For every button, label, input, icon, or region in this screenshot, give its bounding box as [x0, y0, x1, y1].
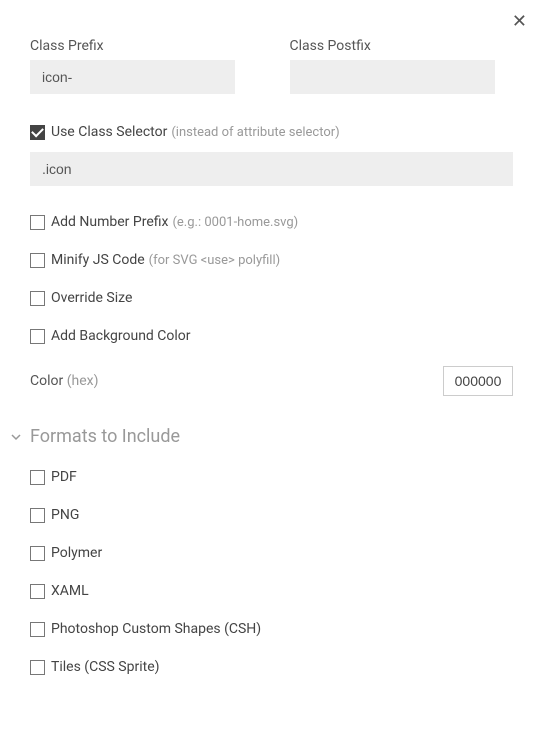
formats-list: PDF PNG Polymer XAML Photoshop Custom Sh… — [30, 469, 513, 675]
format-png-label[interactable]: PNG — [51, 507, 79, 523]
minify-js-row: Minify JS Code (for SVG <use> polyfill) — [30, 252, 513, 268]
override-size-row: Override Size — [30, 290, 513, 306]
format-polymer-checkbox[interactable] — [30, 546, 45, 561]
class-prefix-label: Class Prefix — [30, 38, 254, 54]
format-xaml-row: XAML — [30, 583, 513, 599]
settings-panel: Class Prefix Class Postfix Use Class Sel… — [0, 0, 543, 675]
format-polymer-label[interactable]: Polymer — [51, 545, 102, 561]
class-postfix-field: Class Postfix — [290, 38, 514, 94]
use-class-selector-checkbox[interactable] — [30, 125, 45, 140]
format-tiles-row: Tiles (CSS Sprite) — [30, 659, 513, 675]
format-tiles-checkbox[interactable] — [30, 660, 45, 675]
use-class-selector-label[interactable]: Use Class Selector — [51, 124, 167, 140]
format-csh-checkbox[interactable] — [30, 622, 45, 637]
close-button[interactable]: ✕ — [512, 12, 527, 30]
format-csh-label[interactable]: Photoshop Custom Shapes (CSH) — [51, 621, 261, 637]
format-xaml-checkbox[interactable] — [30, 584, 45, 599]
color-row: Color (hex) — [30, 366, 513, 396]
class-postfix-label: Class Postfix — [290, 38, 514, 54]
color-hint: (hex) — [67, 373, 99, 389]
format-xaml-label[interactable]: XAML — [51, 583, 89, 599]
use-class-selector-hint: (instead of attribute selector) — [171, 125, 339, 140]
prefix-postfix-row: Class Prefix Class Postfix — [30, 38, 513, 94]
add-number-prefix-checkbox[interactable] — [30, 215, 45, 230]
color-label: Color — [30, 373, 63, 389]
override-size-checkbox[interactable] — [30, 291, 45, 306]
color-input[interactable] — [443, 366, 513, 396]
format-csh-row: Photoshop Custom Shapes (CSH) — [30, 621, 513, 637]
format-polymer-row: Polymer — [30, 545, 513, 561]
minify-js-checkbox[interactable] — [30, 253, 45, 268]
use-class-selector-block: Use Class Selector (instead of attribute… — [30, 124, 513, 186]
format-pdf-checkbox[interactable] — [30, 470, 45, 485]
format-tiles-label[interactable]: Tiles (CSS Sprite) — [51, 659, 160, 675]
format-pdf-row: PDF — [30, 469, 513, 485]
add-bg-color-row: Add Background Color — [30, 328, 513, 344]
add-bg-color-label[interactable]: Add Background Color — [51, 328, 191, 344]
add-number-prefix-row: Add Number Prefix (e.g.: 0001-home.svg) — [30, 214, 513, 230]
class-prefix-field: Class Prefix — [30, 38, 254, 94]
formats-section-header[interactable]: Formats to Include — [8, 426, 513, 447]
add-number-prefix-label[interactable]: Add Number Prefix — [51, 214, 168, 230]
close-icon: ✕ — [512, 11, 527, 31]
format-png-row: PNG — [30, 507, 513, 523]
color-label-group: Color (hex) — [30, 373, 98, 389]
add-bg-color-checkbox[interactable] — [30, 329, 45, 344]
minify-js-label[interactable]: Minify JS Code — [51, 252, 145, 268]
class-prefix-input[interactable] — [30, 60, 235, 94]
format-pdf-label[interactable]: PDF — [51, 469, 77, 485]
use-class-selector-row: Use Class Selector (instead of attribute… — [30, 124, 513, 140]
minify-js-hint: (for SVG <use> polyfill) — [149, 253, 281, 268]
format-png-checkbox[interactable] — [30, 508, 45, 523]
formats-section-title: Formats to Include — [30, 426, 180, 447]
class-postfix-input[interactable] — [290, 60, 495, 94]
add-number-prefix-hint: (e.g.: 0001-home.svg) — [172, 215, 298, 230]
override-size-label[interactable]: Override Size — [51, 290, 132, 306]
class-selector-input[interactable] — [30, 152, 513, 186]
chevron-down-icon — [8, 429, 24, 445]
